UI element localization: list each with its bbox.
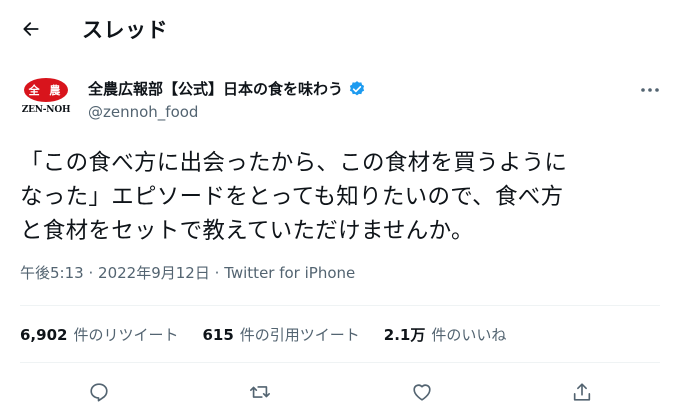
divider [20,362,660,363]
avatar[interactable]: 全 農 ZEN-NOH [18,78,74,122]
page-title: スレッド [82,18,168,42]
tweet-date[interactable]: 2022年9月12日 [98,264,210,282]
likes-stat[interactable]: 2.1万 件のいいね [384,324,507,345]
tweet-author: 全 農 ZEN-NOH 全農広報部【公式】日本の食を味わう @zennoh_fo… [0,70,680,130]
meta-separator: · [214,264,220,282]
tweet-stats: 6,902 件のリツイート 615 件の引用ツイート 2.1万 件のいいね [20,323,530,345]
likes-count: 2.1万 [383,325,426,344]
like-button[interactable] [408,378,436,406]
retweet-icon [250,386,270,398]
retweets-label: 件のリツイート [73,325,179,344]
tweet-source[interactable]: Twitter for iPhone [224,264,355,282]
author-handle[interactable]: @zennoh_food [88,103,198,121]
share-icon [573,383,591,401]
thread-header: スレッド [0,0,680,58]
more-options-button[interactable] [636,80,664,100]
quotes-stat[interactable]: 615 件の引用ツイート [202,324,359,345]
retweets-count: 6,902 [20,325,68,344]
quotes-count: 615 [202,325,234,344]
back-button[interactable] [16,14,46,44]
reply-button[interactable] [85,378,113,406]
like-icon [413,384,431,401]
verified-badge-icon [349,80,365,95]
avatar-logo-text: ZEN-NOH [21,105,71,115]
author-name-text: 全農広報部【公式】日本の食を味わう [88,80,344,98]
meta-separator: · [88,264,94,282]
tweet-meta: 午後5:13 · 2022年9月12日 · Twitter for iPhone [20,262,355,283]
retweet-button[interactable] [246,378,274,406]
author-display-name[interactable]: 全農広報部【公式】日本の食を味わう [88,78,366,99]
likes-label: 件のいいね [431,325,507,344]
tweet-text: 「この食べ方に出会ったから、この食材を買うように なった」エピソードをとっても知… [20,150,568,244]
avatar-mark: 全 農 [24,78,68,102]
tweet-time[interactable]: 午後5:13 [20,264,84,282]
arrow-left-icon [23,22,39,36]
quotes-label: 件の引用ツイート [239,325,360,344]
retweets-stat[interactable]: 6,902 件のリツイート [20,324,178,345]
tweet-actions [0,376,680,408]
more-dots-icon [641,88,659,92]
share-button[interactable] [568,378,596,406]
divider [20,305,660,306]
reply-icon [90,383,108,402]
